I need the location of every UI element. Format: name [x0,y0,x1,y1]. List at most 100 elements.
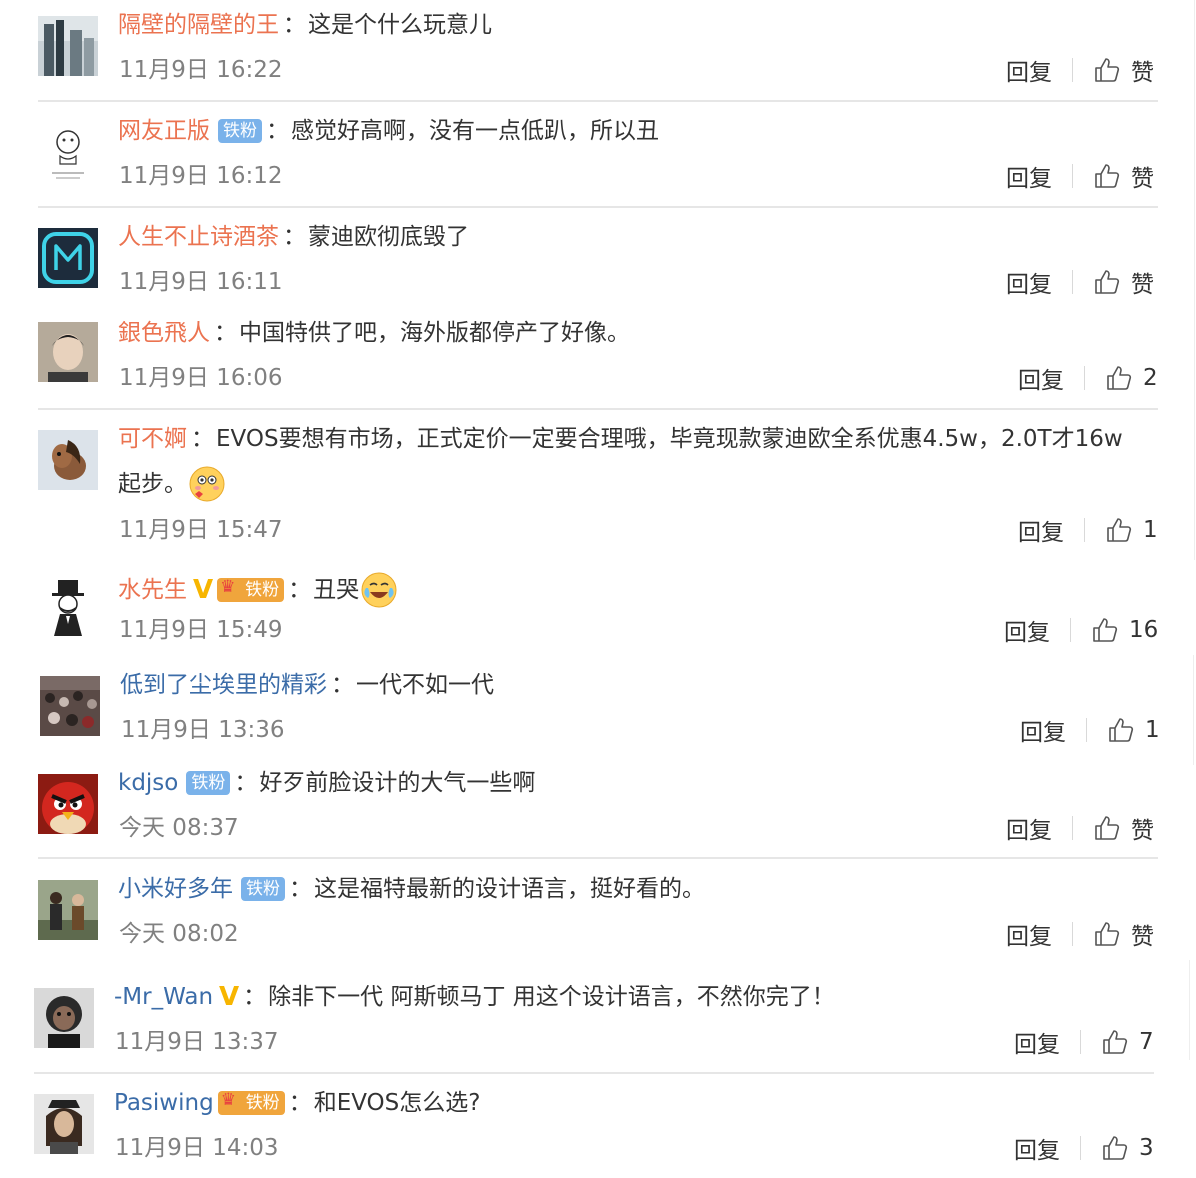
comment-text: 一代不如一代 [356,672,494,698]
username-link[interactable]: 隔壁的隔壁的王 [118,12,279,38]
right-edge-line [1189,960,1190,1060]
like-button[interactable]: 赞 [1093,159,1154,193]
avatar[interactable] [40,676,100,736]
comment-divider [38,206,1158,208]
thumbs-up-icon [1093,618,1118,642]
reply-button[interactable]: 回复 [1020,713,1066,747]
like-button[interactable]: 赞 [1093,917,1154,951]
fan-badge[interactable]: 铁粉 [186,771,231,795]
avatar[interactable] [38,16,98,76]
comment-text: 除非下一代 阿斯顿马丁 用这个设计语言，不然你完了！ [268,984,835,1010]
like-button[interactable]: 赞 [1093,811,1154,845]
like-button[interactable]: 7 [1101,1028,1154,1056]
thumbs-up-icon [1095,816,1120,840]
like-button[interactable]: 16 [1091,616,1158,644]
username-link[interactable]: 网友正版 [118,118,210,144]
avatar[interactable] [34,1094,94,1154]
comment-time: 11月9日 15:47 [119,517,283,543]
like-button[interactable]: 1 [1107,716,1160,744]
fan-badge[interactable]: 铁粉 [218,119,262,143]
like-count: 1 [1143,517,1158,543]
monkey-avatar-icon [34,988,94,1048]
top-hat-gentleman-avatar-icon [38,576,98,636]
comment-time: 11月9日 16:11 [119,269,283,295]
like-button[interactable]: 赞 [1093,53,1154,87]
reply-button[interactable]: 回复 [1006,917,1052,951]
reply-button[interactable]: 回复 [1018,361,1064,395]
reply-button[interactable]: 回复 [1014,1131,1060,1165]
verified-v-badge[interactable]: V [193,577,213,603]
like-count: 16 [1129,617,1159,643]
username-link[interactable]: 低到了尘埃里的精彩 [120,672,327,698]
avatar[interactable] [38,122,98,182]
like-count: 赞 [1131,272,1154,298]
comment-divider [38,408,1158,410]
reply-button[interactable]: 回复 [1006,53,1052,87]
reply-button[interactable]: 回复 [1006,811,1052,845]
avatar[interactable] [38,322,98,382]
cartoon-sketch-avatar-icon [38,122,98,182]
reply-button[interactable]: 回复 [1006,159,1052,193]
laugh-cry-emoji-icon [361,572,397,608]
thumbs-up-icon [1103,1030,1128,1054]
avatar[interactable] [34,988,94,1048]
action-separator [1084,518,1085,542]
comment-actions: 回复 赞 [1006,159,1154,193]
avatar[interactable] [38,430,98,490]
reply-button[interactable]: 回复 [1004,613,1050,647]
comment-actions: 回复 16 [1004,613,1158,647]
like-button[interactable]: 3 [1101,1134,1154,1162]
comment-actions: 回复 赞 [1006,811,1154,845]
reply-button[interactable]: 回复 [1014,1025,1060,1059]
username-link[interactable]: 小米好多年 [118,876,233,902]
username-link[interactable]: 可不婀 [118,426,187,452]
fan-badge-gold[interactable]: ♛ 铁粉 [217,1090,285,1115]
like-count: 7 [1139,1029,1154,1055]
right-edge-line [1194,0,1195,560]
avatar[interactable] [38,228,98,288]
thumbs-up-icon [1107,366,1132,390]
fan-badge-gold[interactable]: ♛ 铁粉 [217,577,285,602]
username-link[interactable]: 水先生 [118,577,187,603]
comment-time: 11月9日 16:22 [119,57,283,83]
username-link[interactable]: Pasiwing [114,1090,214,1116]
avatar[interactable] [38,880,98,940]
comment-text: 这是福特最新的设计语言，挺好看的。 [314,876,705,902]
avatar[interactable] [38,576,98,636]
like-count: 赞 [1131,60,1154,86]
reply-button[interactable]: 回复 [1018,513,1064,547]
like-count: 赞 [1131,924,1154,950]
comment-text: 感觉好高啊，没有一点低趴，所以丑 [291,118,659,144]
comment-divider [34,1072,1154,1074]
like-button[interactable]: 1 [1105,516,1158,544]
action-separator [1072,922,1073,946]
comment-text-continued: 起步。 [118,471,187,497]
action-separator [1080,1136,1081,1160]
thumbs-up-icon [1109,718,1134,742]
avatar[interactable] [38,774,98,834]
fan-badge[interactable]: 铁粉 [241,877,285,901]
right-edge-line [1193,655,1194,765]
reply-button[interactable]: 回复 [1006,265,1052,299]
crown-icon: ♛ [220,577,236,597]
like-button[interactable]: 赞 [1093,265,1154,299]
username-link[interactable]: 人生不止诗酒茶 [118,224,279,250]
comment-time: 今天 08:37 [119,815,239,841]
comment-actions: 回复 1 [1020,713,1160,747]
comment-time: 11月9日 13:37 [115,1029,279,1055]
like-count: 1 [1145,717,1160,743]
action-separator [1084,366,1085,390]
action-separator [1086,718,1087,742]
pony-avatar-icon [38,430,98,490]
thumbs-up-icon [1107,518,1132,542]
person-photo-avatar-icon [38,322,98,382]
comment-actions: 回复 7 [1014,1025,1154,1059]
username-link[interactable]: kdjso [118,770,178,796]
like-count: 2 [1143,365,1158,391]
verified-v-badge[interactable]: V [219,984,239,1010]
like-button[interactable]: 2 [1105,364,1158,392]
username-link[interactable]: -Mr_Wan [114,984,213,1010]
comment-divider [38,100,1158,102]
username-link[interactable]: 銀色飛人 [118,320,210,346]
like-count: 3 [1139,1135,1154,1161]
